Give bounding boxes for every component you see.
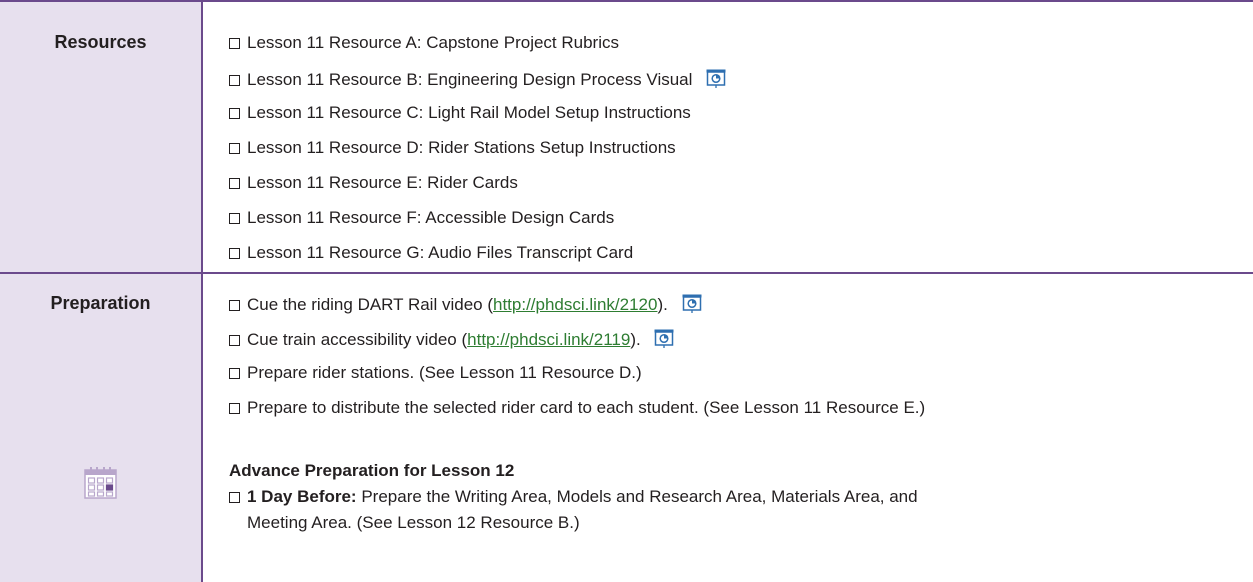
preparation-item-text: ). xyxy=(630,330,641,349)
slides-icon[interactable] xyxy=(653,328,675,350)
resource-item-text: Lesson 11 Resource C: Light Rail Model S… xyxy=(247,103,691,122)
column-divider xyxy=(201,0,203,582)
resource-item-text: Lesson 11 Resource F: Accessible Design … xyxy=(247,208,615,227)
video-link[interactable]: http://phdsci.link/2120 xyxy=(493,295,657,314)
resource-item-text: Lesson 11 Resource D: Rider Stations Set… xyxy=(247,138,676,157)
checkbox[interactable] xyxy=(229,38,240,49)
checkbox[interactable] xyxy=(229,248,240,259)
checkbox[interactable] xyxy=(229,75,240,86)
resources-label: Resources xyxy=(54,32,147,52)
advance-preparation-item: 1 Day Before: Prepare the Writing Area, … xyxy=(229,487,918,507)
resource-item-text: Lesson 11 Resource A: Capstone Project R… xyxy=(247,33,619,52)
preparation-item: Prepare rider stations. (See Lesson 11 R… xyxy=(229,363,642,383)
advance-preparation-continuation: Meeting Area. (See Lesson 12 Resource B.… xyxy=(247,513,580,533)
resource-item-text: Lesson 11 Resource G: Audio Files Transc… xyxy=(247,243,634,262)
preparation-label-cell xyxy=(0,274,201,582)
advance-text: Meeting Area. (See Lesson 12 Resource B.… xyxy=(247,513,580,532)
resource-item: Lesson 11 Resource E: Rider Cards xyxy=(229,173,518,193)
preparation-item-text: ). xyxy=(657,295,668,314)
preparation-item: Prepare to distribute the selected rider… xyxy=(229,398,925,418)
resource-item: Lesson 11 Resource C: Light Rail Model S… xyxy=(229,103,691,123)
preparation-item-text: Cue the riding DART Rail video ( xyxy=(247,295,493,314)
resource-item: Lesson 11 Resource B: Engineering Design… xyxy=(229,68,727,90)
checkbox[interactable] xyxy=(229,178,240,189)
slides-icon[interactable] xyxy=(681,293,703,315)
checkbox[interactable] xyxy=(229,300,240,311)
preparation-item: Cue the riding DART Rail video (http://p… xyxy=(229,293,703,315)
checkbox[interactable] xyxy=(229,403,240,414)
resource-item: Lesson 11 Resource F: Accessible Design … xyxy=(229,208,614,228)
preparation-item-text: Cue train accessibility video ( xyxy=(247,330,468,349)
checkbox[interactable] xyxy=(229,213,240,224)
resource-item-text: Lesson 11 Resource E: Rider Cards xyxy=(247,173,518,192)
slides-icon[interactable] xyxy=(705,68,727,90)
preparation-item-text: Prepare rider stations. (See Lesson 11 R… xyxy=(247,363,642,382)
advance-preparation-heading: Advance Preparation for Lesson 12 xyxy=(229,461,515,480)
resource-item: Lesson 11 Resource D: Rider Stations Set… xyxy=(229,138,676,158)
lesson-table: Resources Preparation Lesson 11 Resource… xyxy=(0,0,1253,582)
advance-lead: 1 Day Before: xyxy=(247,487,357,506)
video-link[interactable]: http://phdsci.link/2119 xyxy=(467,330,630,349)
resource-item: Lesson 11 Resource A: Capstone Project R… xyxy=(229,33,619,53)
checkbox[interactable] xyxy=(229,143,240,154)
top-rule xyxy=(0,0,1253,2)
resource-item-text: Lesson 11 Resource B: Engineering Design… xyxy=(247,70,693,89)
checkbox[interactable] xyxy=(229,108,240,119)
preparation-item: Cue train accessibility video (http://ph… xyxy=(229,328,675,350)
preparation-label: Preparation xyxy=(50,293,151,313)
checkbox[interactable] xyxy=(229,335,240,346)
preparation-item-text: Prepare to distribute the selected rider… xyxy=(247,398,926,417)
checkbox[interactable] xyxy=(229,492,240,503)
checkbox[interactable] xyxy=(229,368,240,379)
calendar-icon xyxy=(84,467,117,499)
advance-text: Prepare the Writing Area, Models and Res… xyxy=(356,487,918,506)
resource-item: Lesson 11 Resource G: Audio Files Transc… xyxy=(229,243,633,263)
row-divider xyxy=(0,272,1253,274)
